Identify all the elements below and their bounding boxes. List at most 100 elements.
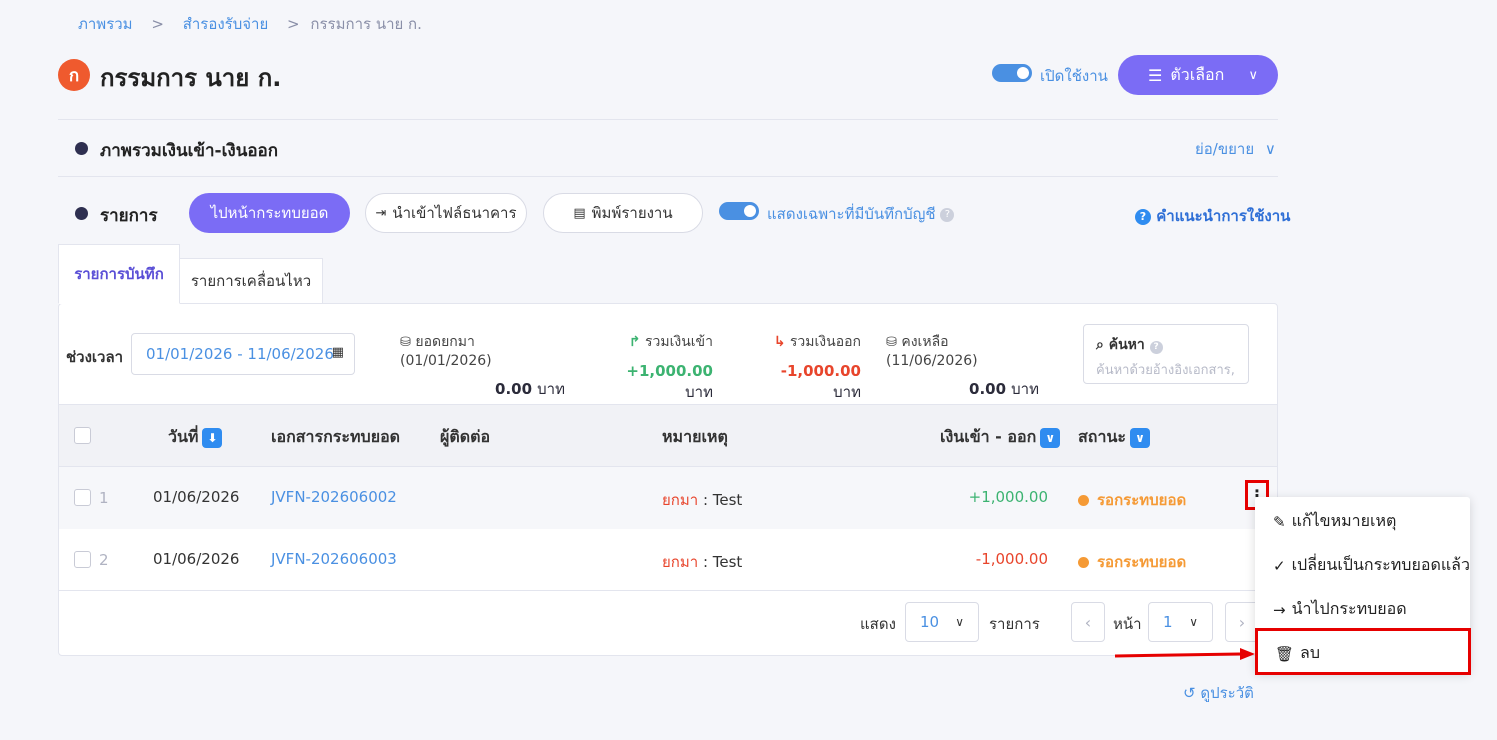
page-select[interactable]: 1 ∨	[1148, 602, 1213, 642]
help-icon: ?	[1135, 208, 1151, 225]
col-doc: เอกสารกระทบยอด	[271, 427, 401, 446]
options-label: ตัวเลือก	[1170, 64, 1225, 84]
col-status[interactable]: สถานะ ∨	[1078, 425, 1150, 450]
col-status-label: สถานะ	[1078, 427, 1126, 446]
menu-go-reconcile[interactable]: → นำไปกระทบยอด	[1273, 597, 1407, 622]
summary-carried: ⛁ ยอดยกมา (01/01/2026) 0.00 บาท	[400, 331, 565, 401]
select-all-checkbox[interactable]	[74, 427, 91, 444]
bullet-icon	[75, 142, 88, 155]
question-icon[interactable]: ?	[940, 207, 955, 222]
help-link-text: คำแนะนำการใช้งาน	[1156, 207, 1291, 225]
breadcrumb-home[interactable]: ภาพรวม	[78, 15, 133, 33]
col-date[interactable]: วันที่ ⬇	[168, 425, 223, 450]
show-label: แสดง	[860, 615, 896, 633]
row-amount: +1,000.00	[968, 488, 1048, 506]
row-note-prefix: ยกมา	[662, 491, 699, 509]
summary-carried-label: ยอดยกมา (01/01/2026)	[400, 334, 492, 369]
row-number: 2	[99, 551, 109, 569]
overview-title: ภาพรวมเงินเข้า-เงินออก	[100, 141, 279, 161]
options-button[interactable]: ☰ ตัวเลือก ∨	[1118, 55, 1278, 95]
summary-unit: บาท	[537, 380, 565, 398]
summary-expense: ↳ รวมเงินออก -1,000.00 บาท	[755, 331, 861, 404]
menu-edit-note[interactable]: ✎ แก้ไขหมายเหตุ	[1273, 509, 1396, 534]
check-icon: ✓	[1273, 556, 1286, 575]
search-input[interactable]: ค้นหาด้วยอ้างอิงเอกสาร,	[1096, 359, 1244, 380]
calendar-icon[interactable]: ▦	[332, 345, 344, 360]
search-box[interactable]: ⌕ ค้นหา ? ค้นหาด้วยอ้างอิงเอกสาร,	[1083, 324, 1249, 384]
breadcrumb-section[interactable]: สำรองรับจ่าย	[183, 15, 269, 33]
history-icon: ↺	[1183, 684, 1196, 702]
page-size-select[interactable]: 10 ∨	[905, 602, 979, 642]
period-input[interactable]: 01/01/2026 - 11/06/2026 ▦	[131, 333, 355, 375]
status-dot-icon	[1078, 495, 1089, 506]
summary-carried-value: 0.00	[495, 380, 533, 398]
summary-income-label: รวมเงินเข้า	[644, 334, 713, 350]
chevron-down-icon: ∨	[1189, 615, 1198, 629]
col-amount[interactable]: เงินเข้า - ออก ∨	[940, 425, 1061, 450]
row-note-text: : Test	[698, 553, 743, 571]
page-size-value: 10	[920, 613, 940, 631]
print-report-button[interactable]: ▤ พิมพ์รายงาน	[543, 193, 703, 233]
chevron-down-icon: ∨	[1264, 140, 1276, 158]
menu-delete[interactable]: 🗑 ลบ	[1255, 628, 1471, 675]
page-label: หน้า	[1113, 615, 1142, 633]
breadcrumb: ภาพรวม > สำรองรับจ่าย > กรรมการ นาย ก.	[78, 12, 436, 36]
tab-movements[interactable]: รายการเคลื่อนไหว	[179, 258, 323, 304]
prev-page-button[interactable]: ‹	[1071, 602, 1105, 642]
row-number: 1	[99, 489, 109, 507]
col-date-label: วันที่	[168, 427, 199, 446]
printer-icon: ▤	[573, 205, 586, 221]
arrow-right-icon: →	[1273, 600, 1286, 619]
status-dot-icon	[1078, 557, 1089, 568]
collapse-label: ย่อ/ขยาย	[1195, 140, 1255, 158]
edit-icon: ✎	[1273, 512, 1286, 531]
chevron-down-icon[interactable]: ∨	[1129, 427, 1150, 448]
next-page-button[interactable]: ›	[1225, 602, 1259, 642]
tab-records[interactable]: รายการบันทึก	[58, 244, 180, 304]
summary-income-value: +1,000.00	[626, 362, 713, 380]
history-link[interactable]: ↺ ดูประวัติ	[1183, 681, 1254, 705]
enable-toggle[interactable]	[992, 64, 1032, 82]
goto-reconcile-button[interactable]: ไปหน้ากระทบยอด	[189, 193, 350, 233]
summary-unit: บาท	[833, 383, 861, 401]
row-note: ยกมา : Test	[662, 488, 742, 512]
divider	[58, 176, 1278, 177]
row-doc-link[interactable]: JVFN-202606002	[271, 488, 397, 506]
row-checkbox[interactable]	[74, 489, 91, 506]
row-note-text: : Test	[698, 491, 743, 509]
col-note: หมายเหตุ	[662, 427, 728, 446]
summary-unit: บาท	[685, 383, 713, 401]
items-label: รายการ	[989, 615, 1040, 633]
row-note-prefix: ยกมา	[662, 553, 699, 571]
row-status-label: รอกระทบยอด	[1097, 553, 1187, 571]
import-bank-button[interactable]: ⇥ นำเข้าไฟล์ธนาคาร	[365, 193, 527, 233]
help-link[interactable]: ? คำแนะนำการใช้งาน	[1135, 204, 1290, 228]
collapse-toggle[interactable]: ย่อ/ขยาย ∨	[1195, 137, 1276, 161]
summary-balance-label: คงเหลือ (11/06/2026)	[886, 334, 978, 369]
summary-balance-value: 0.00	[969, 380, 1007, 398]
breadcrumb-sep: >	[151, 15, 164, 33]
row-status: รอกระทบยอด	[1078, 488, 1186, 512]
expense-arrow-icon: ↳	[773, 334, 786, 350]
col-contact: ผู้ติดต่อ	[440, 427, 491, 446]
menu-mark-reconciled-label: เปลี่ยนเป็นกระทบยอดแล้ว	[1291, 555, 1470, 574]
row-date: 01/06/2026	[153, 488, 240, 506]
menu-edit-note-label: แก้ไขหมายเหตุ	[1291, 511, 1397, 530]
coins-icon: ⛁	[400, 335, 411, 350]
menu-mark-reconciled[interactable]: ✓ เปลี่ยนเป็นกระทบยอดแล้ว	[1273, 553, 1470, 578]
row-date: 01/06/2026	[153, 550, 240, 568]
sort-down-icon[interactable]: ⬇	[202, 427, 223, 448]
chevron-down-icon[interactable]: ∨	[1040, 427, 1061, 448]
filter-toggle[interactable]	[719, 202, 759, 220]
page-value: 1	[1163, 613, 1173, 631]
question-icon[interactable]: ?	[1149, 341, 1163, 354]
menu-go-reconcile-label: นำไปกระทบยอด	[1291, 599, 1407, 618]
chevron-down-icon: ∨	[955, 615, 964, 629]
row-doc-link[interactable]: JVFN-202606003	[271, 550, 397, 568]
avatar: ก	[58, 59, 90, 91]
divider	[58, 119, 1278, 120]
row-checkbox[interactable]	[74, 551, 91, 568]
summary-balance: ⛁ คงเหลือ (11/06/2026) 0.00 บาท	[886, 331, 1039, 401]
menu-delete-label: ลบ	[1300, 643, 1321, 662]
row-status-label: รอกระทบยอด	[1097, 491, 1187, 509]
